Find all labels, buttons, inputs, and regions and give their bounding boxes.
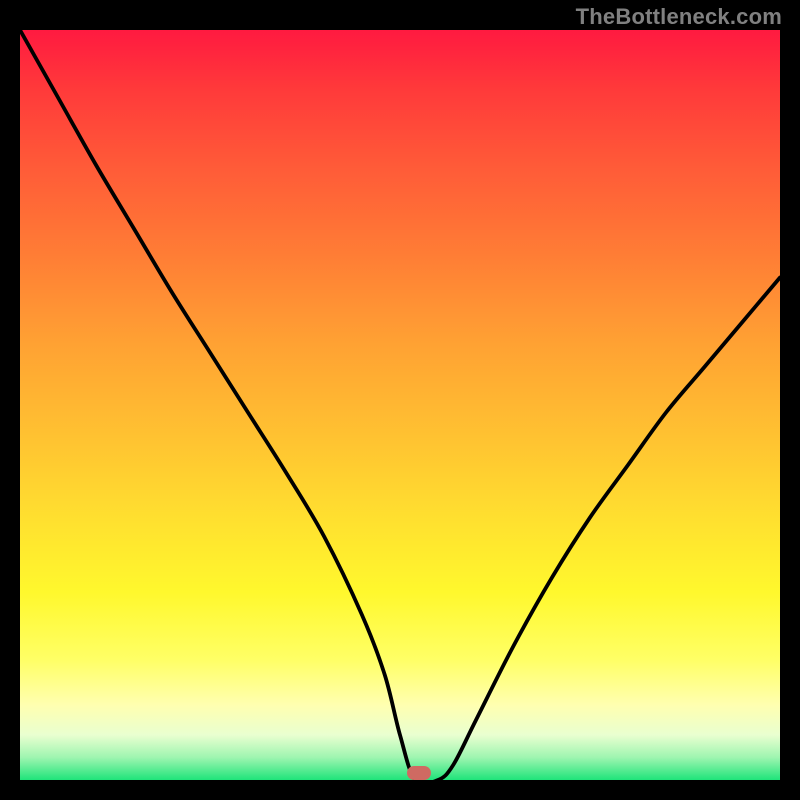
curve-layer	[20, 30, 780, 780]
chart-frame: TheBottleneck.com	[0, 0, 800, 800]
plot-area	[20, 30, 780, 780]
watermark-text: TheBottleneck.com	[576, 4, 782, 30]
optimal-point-marker	[407, 766, 431, 780]
bottleneck-curve	[20, 30, 780, 780]
